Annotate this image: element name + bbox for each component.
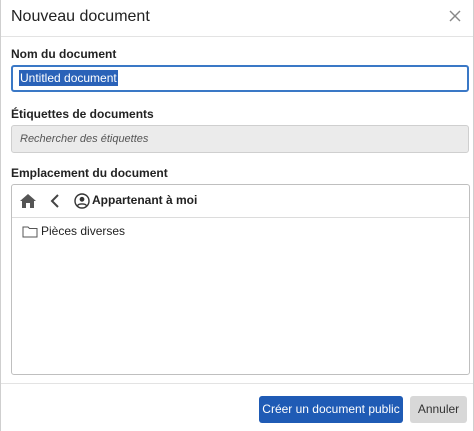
location-toolbar: Appartenant à moi (12, 185, 469, 218)
tags-search-input[interactable]: Rechercher des étiquettes (11, 125, 469, 153)
folder-item-label: Pièces diverses (41, 224, 126, 238)
owner-filter-label[interactable]: Appartenant à moi (92, 193, 197, 207)
document-name-label: Nom du document (11, 47, 117, 61)
tags-search-placeholder: Rechercher des étiquettes (20, 133, 149, 145)
new-document-dialog: Nouveau document Nom du document Untitle… (0, 0, 474, 431)
close-icon[interactable] (448, 9, 462, 23)
chevron-left-icon[interactable] (48, 193, 62, 209)
dialog-footer: Créer un document public Annuler (1, 383, 473, 431)
location-browser: Appartenant à moi Pièces diverses (11, 184, 470, 375)
user-circle-icon (74, 193, 90, 209)
create-public-document-button[interactable]: Créer un document public (259, 396, 403, 423)
document-name-value: Untitled document (19, 70, 118, 86)
document-name-input[interactable]: Untitled document (11, 65, 469, 92)
home-icon[interactable] (19, 192, 37, 210)
folder-icon (22, 226, 38, 238)
document-tags-label: Étiquettes de documents (11, 107, 154, 121)
cancel-button[interactable]: Annuler (410, 396, 467, 423)
dialog-header: Nouveau document (1, 0, 473, 37)
document-location-label: Emplacement du document (11, 166, 168, 180)
dialog-title: Nouveau document (11, 8, 150, 25)
